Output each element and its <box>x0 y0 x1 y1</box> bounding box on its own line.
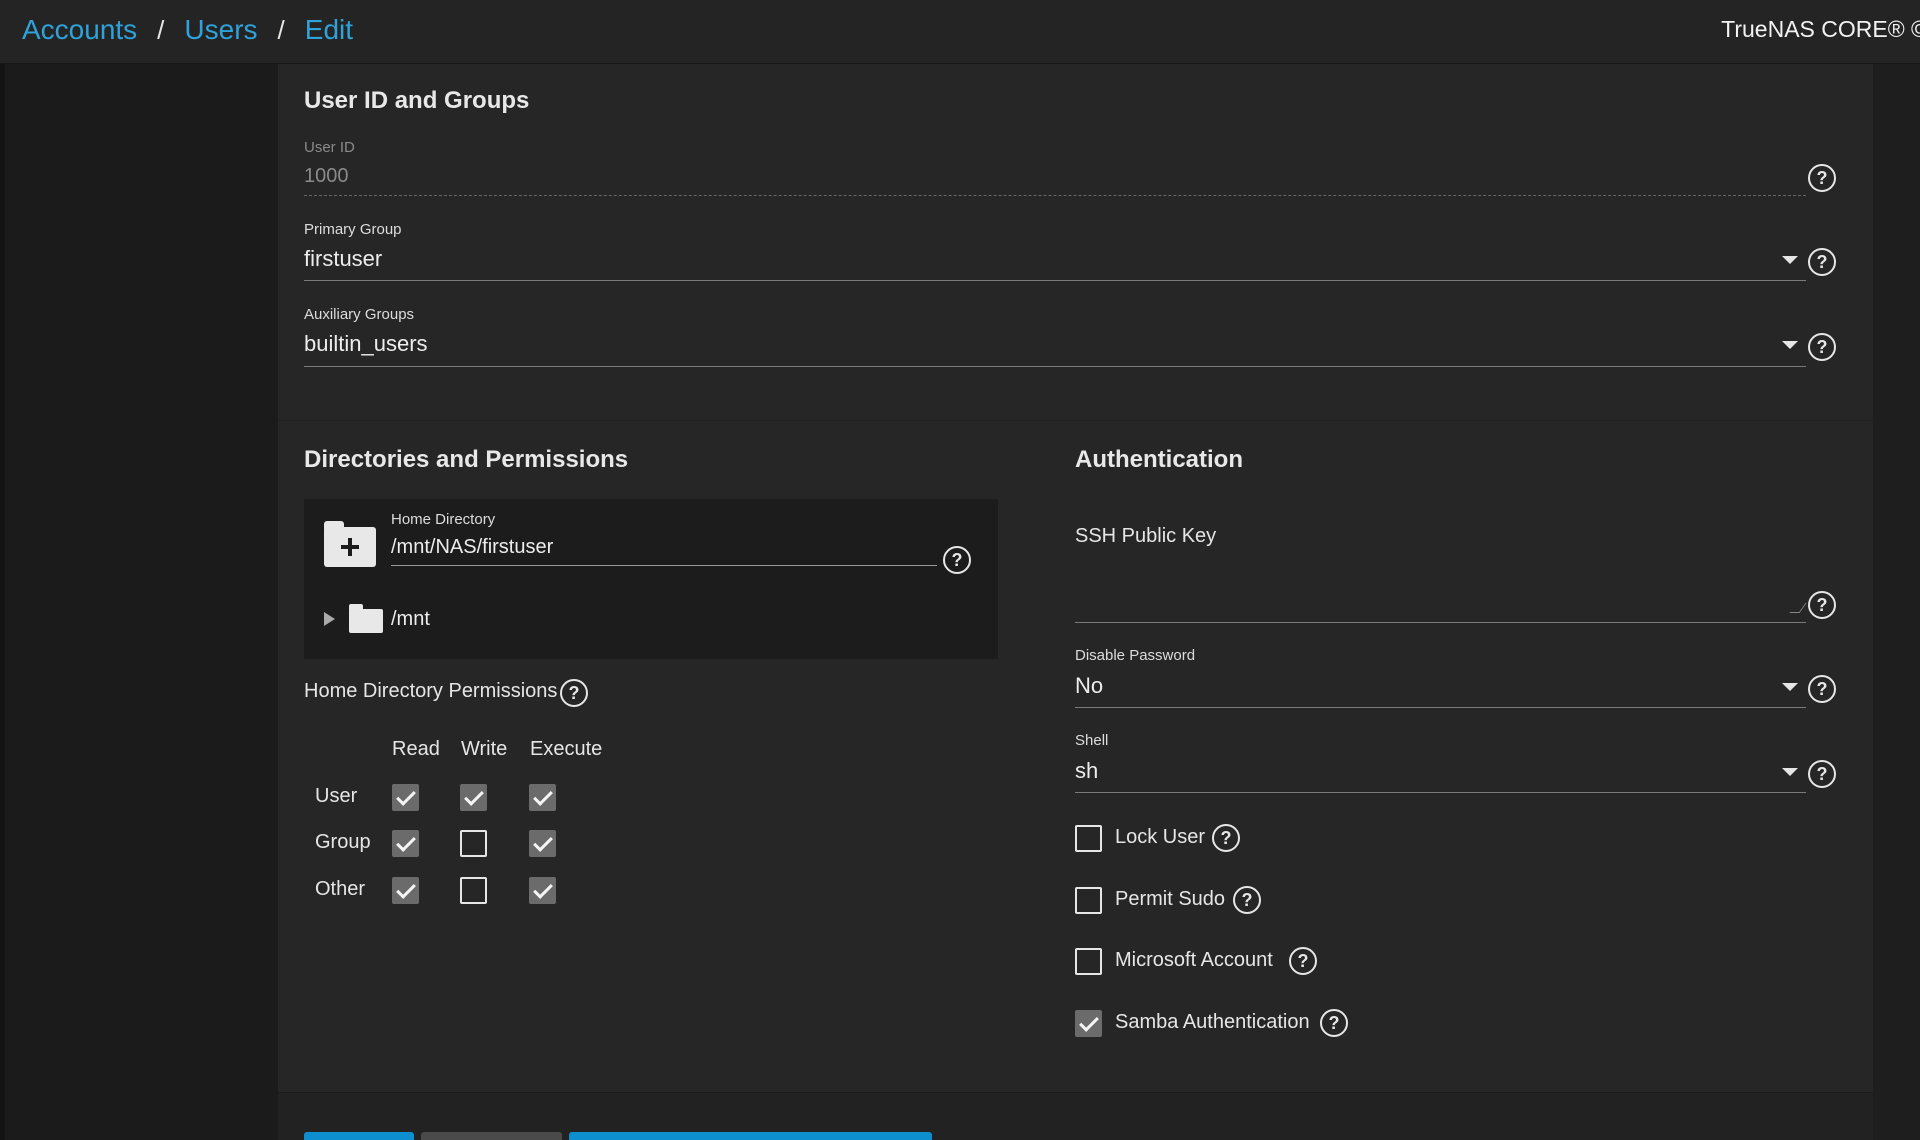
breadcrumb-separator: / <box>277 14 285 45</box>
auxiliary-groups-underline <box>304 366 1806 367</box>
disable-password-help-icon[interactable]: ? <box>1808 675 1836 703</box>
home-directory-permissions-label: Home Directory Permissions <box>304 680 558 702</box>
user-id-help-icon[interactable]: ? <box>1808 164 1836 192</box>
other-read-checkbox[interactable] <box>392 877 419 904</box>
shell-underline <box>1075 792 1806 793</box>
home-directory-explorer: Home Directory /mnt/NAS/firstuser ? /mnt <box>304 499 998 659</box>
caret-down-icon[interactable] <box>1782 768 1798 776</box>
user-id-field[interactable]: 1000 <box>304 165 349 188</box>
microsoft-account-label[interactable]: Microsoft Account <box>1115 949 1273 972</box>
auxiliary-groups-help-icon[interactable]: ? <box>1808 333 1836 361</box>
samba-authentication-help-icon[interactable]: ? <box>1320 1009 1348 1037</box>
breadcrumb-separator: / <box>157 14 165 45</box>
user-id-underline <box>304 195 1806 196</box>
home-directory-label: Home Directory <box>391 511 496 528</box>
caret-down-icon[interactable] <box>1782 683 1798 691</box>
permit-sudo-help-icon[interactable]: ? <box>1233 886 1261 914</box>
tree-node-mnt[interactable]: /mnt <box>391 608 430 631</box>
expand-arrow-icon[interactable] <box>324 612 335 626</box>
folder-plus-icon[interactable] <box>324 521 376 567</box>
permit-sudo-label[interactable]: Permit Sudo <box>1115 888 1225 911</box>
breadcrumb-users[interactable]: Users <box>184 14 257 46</box>
breadcrumb-edit: Edit <box>304 14 354 45</box>
group-write-checkbox[interactable] <box>460 830 487 857</box>
other-execute-checkbox[interactable] <box>529 877 556 904</box>
other-write-checkbox[interactable] <box>460 877 487 904</box>
folder-icon[interactable] <box>349 604 383 633</box>
home-directory-input[interactable]: /mnt/NAS/firstuser <box>391 536 553 559</box>
perm-row-user: User <box>315 785 358 807</box>
home-directory-underline <box>391 565 937 566</box>
samba-authentication-label[interactable]: Samba Authentication <box>1115 1011 1310 1034</box>
perm-row-group: Group <box>315 831 371 853</box>
disable-password-label: Disable Password <box>1075 647 1196 664</box>
auxiliary-groups-select[interactable]: builtin_users <box>304 331 428 357</box>
disable-password-underline <box>1075 707 1806 708</box>
permit-sudo-checkbox[interactable] <box>1075 887 1102 914</box>
permissions-help-icon[interactable]: ? <box>560 679 588 707</box>
primary-group-underline <box>304 280 1806 281</box>
primary-group-help-icon[interactable]: ? <box>1808 248 1836 276</box>
sidebar <box>0 64 278 1140</box>
secondary-action-button[interactable] <box>569 1132 932 1140</box>
microsoft-account-checkbox[interactable] <box>1075 948 1102 975</box>
lock-user-label[interactable]: Lock User <box>1115 826 1205 849</box>
breadcrumb: Accounts / Users / Edit <box>22 14 353 46</box>
microsoft-account-help-icon[interactable]: ? <box>1289 947 1317 975</box>
shell-help-icon[interactable]: ? <box>1808 760 1836 788</box>
top-bar: Accounts / Users / Edit TrueNAS CORE® © <box>0 0 1920 64</box>
cancel-button[interactable] <box>421 1132 562 1140</box>
user-write-checkbox[interactable] <box>460 784 487 811</box>
primary-group-select[interactable]: firstuser <box>304 246 382 272</box>
group-read-checkbox[interactable] <box>392 830 419 857</box>
lock-user-help-icon[interactable]: ? <box>1212 824 1240 852</box>
directories-title: Directories and Permissions <box>304 446 629 473</box>
perm-col-write: Write <box>461 738 508 760</box>
breadcrumb-accounts[interactable]: Accounts <box>22 14 137 46</box>
primary-group-label: Primary Group <box>304 221 402 238</box>
authentication-title: Authentication <box>1075 446 1243 473</box>
perm-col-read: Read <box>392 738 440 760</box>
caret-down-icon[interactable] <box>1782 341 1798 349</box>
ssh-key-label: SSH Public Key <box>1075 525 1217 547</box>
lock-user-checkbox[interactable] <box>1075 825 1102 852</box>
ssh-key-textarea[interactable] <box>1075 555 1806 621</box>
samba-authentication-checkbox[interactable] <box>1075 1010 1102 1037</box>
caret-down-icon[interactable] <box>1782 256 1798 264</box>
shell-select[interactable]: sh <box>1075 758 1098 784</box>
disable-password-select[interactable]: No <box>1075 673 1103 699</box>
product-name: TrueNAS CORE® © <box>1721 16 1920 42</box>
group-execute-checkbox[interactable] <box>529 830 556 857</box>
user-read-checkbox[interactable] <box>392 784 419 811</box>
home-directory-help-icon[interactable]: ? <box>943 546 971 574</box>
user-id-groups-title: User ID and Groups <box>304 87 530 114</box>
perm-col-execute: Execute <box>530 738 603 760</box>
ssh-key-underline <box>1075 622 1806 623</box>
save-button[interactable] <box>304 1132 414 1140</box>
user-id-label: User ID <box>304 139 355 156</box>
auxiliary-groups-label: Auxiliary Groups <box>304 306 415 323</box>
shell-label: Shell <box>1075 732 1109 749</box>
perm-row-other: Other <box>315 878 366 900</box>
ssh-key-help-icon[interactable]: ? <box>1808 591 1836 619</box>
user-execute-checkbox[interactable] <box>529 784 556 811</box>
